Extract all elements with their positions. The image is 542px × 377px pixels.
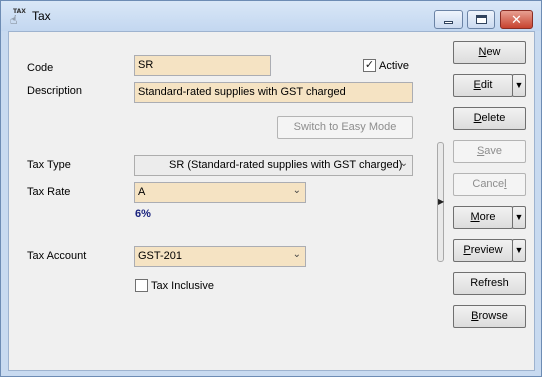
tax-inclusive-checkbox[interactable]: [135, 279, 148, 292]
tax-form-panel: Code SR ✓ Active Description Standard-ra…: [8, 31, 535, 371]
tax-rate-dropdown[interactable]: A ⌄: [134, 182, 306, 203]
close-button[interactable]: ✕: [500, 10, 533, 29]
dropdown-arrow-icon: ▼: [514, 212, 524, 222]
tax-window: TAX ☝ Tax ✕ Code SR ✓ Active Description…: [0, 0, 542, 377]
dropdown-arrow-icon: ▼: [514, 245, 524, 255]
window-title: Tax: [32, 9, 51, 23]
tax-account-label: Tax Account: [27, 250, 87, 262]
tax-type-dropdown[interactable]: SR (Standard-rated supplies with GST cha…: [134, 155, 413, 176]
more-button[interactable]: More: [453, 206, 513, 229]
tax-app-icon: TAX ☝: [10, 8, 26, 27]
chevron-down-icon: ⌄: [292, 185, 301, 196]
chevron-down-icon: ⌄: [292, 249, 301, 260]
switch-easy-mode-button[interactable]: Switch to Easy Mode: [277, 116, 413, 139]
chevron-down-icon: ⌄: [399, 158, 408, 169]
new-button[interactable]: New: [453, 41, 526, 64]
maximize-icon: [475, 15, 487, 24]
title-bar[interactable]: TAX ☝ Tax ✕: [1, 1, 541, 31]
tax-rate-label: Tax Rate: [27, 186, 71, 198]
maximize-button[interactable]: [467, 10, 495, 29]
delete-button[interactable]: Delete: [453, 107, 526, 130]
description-label: Description: [27, 85, 83, 97]
expand-arrow-icon[interactable]: ▶: [438, 197, 444, 206]
description-input[interactable]: Standard-rated supplies with GST charged: [134, 82, 413, 103]
tax-account-value: GST-201: [138, 250, 183, 262]
save-button[interactable]: Save: [453, 140, 526, 163]
tax-rate-percentage: 6%: [135, 208, 151, 220]
tax-type-label: Tax Type: [27, 159, 71, 171]
active-check-icon: ✓: [364, 59, 375, 71]
code-input[interactable]: SR: [134, 55, 271, 76]
edit-button[interactable]: Edit: [453, 74, 513, 97]
active-label: Active: [379, 60, 409, 72]
cancel-button[interactable]: Cancel: [453, 173, 526, 196]
minimize-icon: [444, 21, 453, 24]
tax-account-dropdown[interactable]: GST-201 ⌄: [134, 246, 306, 267]
active-checkbox[interactable]: ✓: [363, 59, 376, 72]
minimize-button[interactable]: [434, 10, 463, 29]
preview-button[interactable]: Preview: [453, 239, 513, 262]
tax-type-value: SR (Standard-rated supplies with GST cha…: [169, 159, 403, 171]
close-icon: ✕: [511, 11, 522, 27]
switch-easy-mode-label: Switch to Easy Mode: [293, 121, 397, 133]
more-dropdown-arrow[interactable]: ▼: [512, 206, 526, 229]
refresh-button[interactable]: Refresh: [453, 272, 526, 295]
edit-dropdown-arrow[interactable]: ▼: [512, 74, 526, 97]
code-label: Code: [27, 62, 54, 74]
tax-rate-value: A: [138, 186, 146, 198]
preview-dropdown-arrow[interactable]: ▼: [512, 239, 526, 262]
dropdown-arrow-icon: ▼: [514, 80, 524, 90]
tax-inclusive-label: Tax Inclusive: [151, 280, 214, 292]
browse-button[interactable]: Browse: [453, 305, 526, 328]
